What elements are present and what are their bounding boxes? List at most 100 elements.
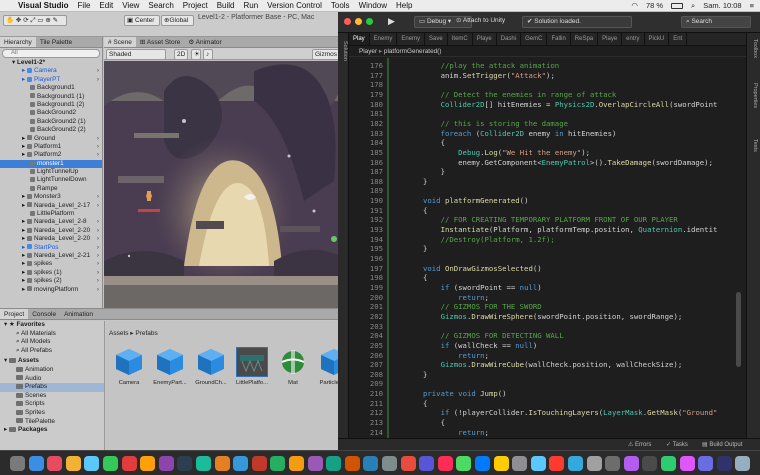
- folder-item[interactable]: Scripts: [0, 400, 104, 409]
- file-tab[interactable]: ReSpa: [571, 33, 599, 45]
- dock-app-icon[interactable]: [549, 456, 565, 471]
- tab-scene[interactable]: # Scene: [104, 37, 136, 47]
- menu-window[interactable]: Window: [359, 1, 387, 10]
- file-tab[interactable]: Ent: [669, 33, 688, 45]
- code-line[interactable]: Gizmos.DrawWireSphere(swordPoint.positio…: [423, 312, 683, 321]
- dock-app-icon[interactable]: [84, 456, 100, 471]
- code-line[interactable]: if (wallCheck == null): [423, 341, 538, 350]
- menu-tools[interactable]: Tools: [331, 1, 350, 10]
- hierarchy-item[interactable]: ▸ spikes ›: [0, 260, 102, 268]
- code-line[interactable]: // Detect the enemies in range of attack: [423, 90, 617, 99]
- search-input[interactable]: ⌕ Search: [681, 16, 751, 28]
- code-scrollbar[interactable]: [736, 292, 741, 367]
- chevron-right-icon[interactable]: ›: [97, 143, 99, 151]
- menu-file[interactable]: File: [78, 1, 91, 10]
- toolbox-pad-toggle[interactable]: Toolbox: [752, 39, 758, 58]
- dock-app-icon[interactable]: [642, 456, 658, 471]
- favorite-item[interactable]: ⌕ All Models: [0, 338, 104, 347]
- hierarchy-item[interactable]: ▸ StartPos ›: [0, 244, 102, 252]
- run-icon[interactable]: ▶: [388, 16, 395, 27]
- chevron-right-icon[interactable]: ›: [97, 67, 99, 75]
- code-line[interactable]: Collider2D[] hitEnemies = Physics2D.Over…: [423, 100, 718, 109]
- file-tab[interactable]: entry: [622, 33, 645, 45]
- clock[interactable]: Sam. 10:08: [703, 1, 741, 10]
- hierarchy-item[interactable]: ▸ movingPlatform ›: [0, 286, 102, 294]
- code-line[interactable]: Debug.Log("We Hit the enemy");: [423, 148, 590, 157]
- dock-app-icon[interactable]: [121, 456, 137, 471]
- chevron-right-icon[interactable]: ›: [97, 277, 99, 285]
- code-line[interactable]: //play the attack animation: [423, 61, 560, 70]
- asset-tile[interactable]: EnemyPart...: [151, 347, 189, 386]
- hierarchy-item[interactable]: ▸ Platform1 ›: [0, 143, 102, 151]
- code-line[interactable]: //Destroy(Platform, 1.2f);: [423, 235, 555, 244]
- hierarchy-search-input[interactable]: All: [2, 49, 100, 58]
- build-output-button[interactable]: ▤ Build Output: [702, 441, 742, 448]
- dock-app-icon[interactable]: [251, 456, 267, 471]
- asset-tile[interactable]: Mat: [274, 347, 312, 386]
- file-tab[interactable]: Dashi: [497, 33, 522, 45]
- zoom-window-button[interactable]: [366, 18, 373, 25]
- hierarchy-item[interactable]: ▸ Monster3 ›: [0, 193, 102, 201]
- hierarchy-item[interactable]: Background1: [0, 84, 102, 92]
- method-crumb[interactable]: platformGenerated(): [384, 48, 442, 55]
- file-tab[interactable]: Playe: [598, 33, 623, 45]
- chevron-right-icon[interactable]: ›: [97, 202, 99, 210]
- dock-app-icon[interactable]: [289, 456, 304, 471]
- hierarchy-item[interactable]: monster1: [0, 159, 102, 169]
- dock-app-icon[interactable]: [437, 456, 453, 471]
- tab-tile-palette[interactable]: Tile Palette: [36, 37, 76, 47]
- hierarchy-item[interactable]: ▸ Nareda_Level_2-17 ›: [0, 202, 102, 210]
- hierarchy-item[interactable]: Background1 (1): [0, 93, 102, 101]
- hierarchy-item[interactable]: ▸ Nareda_Level_2-21 ›: [0, 252, 102, 260]
- code-editor[interactable]: 176 //play the attack animation 177 anim.…: [349, 58, 746, 442]
- dock-app-icon[interactable]: [735, 456, 751, 471]
- properties-pad-toggle[interactable]: Properties: [752, 83, 758, 108]
- chevron-right-icon[interactable]: ›: [97, 235, 99, 243]
- dock-app-icon[interactable]: [140, 456, 156, 471]
- asset-tile[interactable]: LittlePlatfo...: [233, 347, 271, 386]
- chevron-right-icon[interactable]: ›: [97, 135, 99, 143]
- project-breadcrumb[interactable]: Assets ▸ Prefabs: [109, 329, 158, 337]
- dock-app-icon[interactable]: [326, 456, 342, 471]
- chevron-right-icon[interactable]: ›: [97, 252, 99, 260]
- code-line[interactable]: }: [423, 177, 427, 186]
- code-line[interactable]: void platformGenerated(): [423, 196, 528, 205]
- scene-root[interactable]: ▾ Level1-2*: [0, 59, 102, 67]
- folder-item[interactable]: Animation: [0, 366, 104, 375]
- wifi-icon[interactable]: ◠: [631, 1, 638, 10]
- code-line[interactable]: {: [423, 273, 427, 282]
- dock-app-icon[interactable]: [475, 456, 490, 471]
- tab-console[interactable]: Console: [28, 309, 60, 319]
- hierarchy-item[interactable]: ▸ Ground ›: [0, 135, 102, 143]
- hierarchy-item[interactable]: Rampe: [0, 185, 102, 193]
- dock-app-icon[interactable]: [493, 456, 509, 471]
- dock-app-icon[interactable]: [214, 456, 230, 471]
- menu-search[interactable]: Search: [148, 1, 173, 10]
- file-tab[interactable]: Play: [349, 33, 370, 45]
- code-line[interactable]: // FOR CREATING TEMPORARY PLATFORM FRONT…: [423, 215, 678, 224]
- hierarchy-item[interactable]: ▸ Nareda_Level_2-20 ›: [0, 235, 102, 243]
- dock-app-icon[interactable]: [196, 456, 211, 471]
- code-line[interactable]: }: [423, 370, 427, 379]
- search-icon[interactable]: ⌕: [691, 1, 695, 11]
- chevron-right-icon[interactable]: ›: [97, 76, 99, 84]
- menu-edit[interactable]: Edit: [99, 1, 113, 10]
- dock-app-icon[interactable]: [530, 456, 546, 471]
- code-line[interactable]: if (!playerCollider.IsTouchingLayers(Lay…: [423, 408, 718, 417]
- code-line[interactable]: }: [423, 244, 427, 253]
- favorite-item[interactable]: ⌕ All Prefabs: [0, 347, 104, 356]
- file-tab[interactable]: ItemC: [448, 33, 473, 45]
- attach-target-select[interactable]: ⊙ Attach to Unity: [452, 16, 510, 28]
- dock-app-icon[interactable]: [307, 456, 323, 471]
- global-local-button[interactable]: ⊕Global: [161, 15, 194, 26]
- folder-item[interactable]: Sprites: [0, 409, 104, 418]
- hierarchy-item[interactable]: ▸ spikes (1) ›: [0, 269, 102, 277]
- battery-percent[interactable]: 78 %: [646, 1, 663, 10]
- asset-tile[interactable]: GroundCh...: [192, 347, 230, 386]
- hierarchy-item[interactable]: BackGround2 (1): [0, 118, 102, 126]
- dock-app-icon[interactable]: [698, 456, 714, 471]
- asset-tile[interactable]: Particle-T...: [315, 347, 340, 386]
- chevron-right-icon[interactable]: ›: [97, 218, 99, 226]
- menu-list-icon[interactable]: ≡: [750, 1, 754, 10]
- tests-pad-toggle[interactable]: Tests: [752, 139, 758, 152]
